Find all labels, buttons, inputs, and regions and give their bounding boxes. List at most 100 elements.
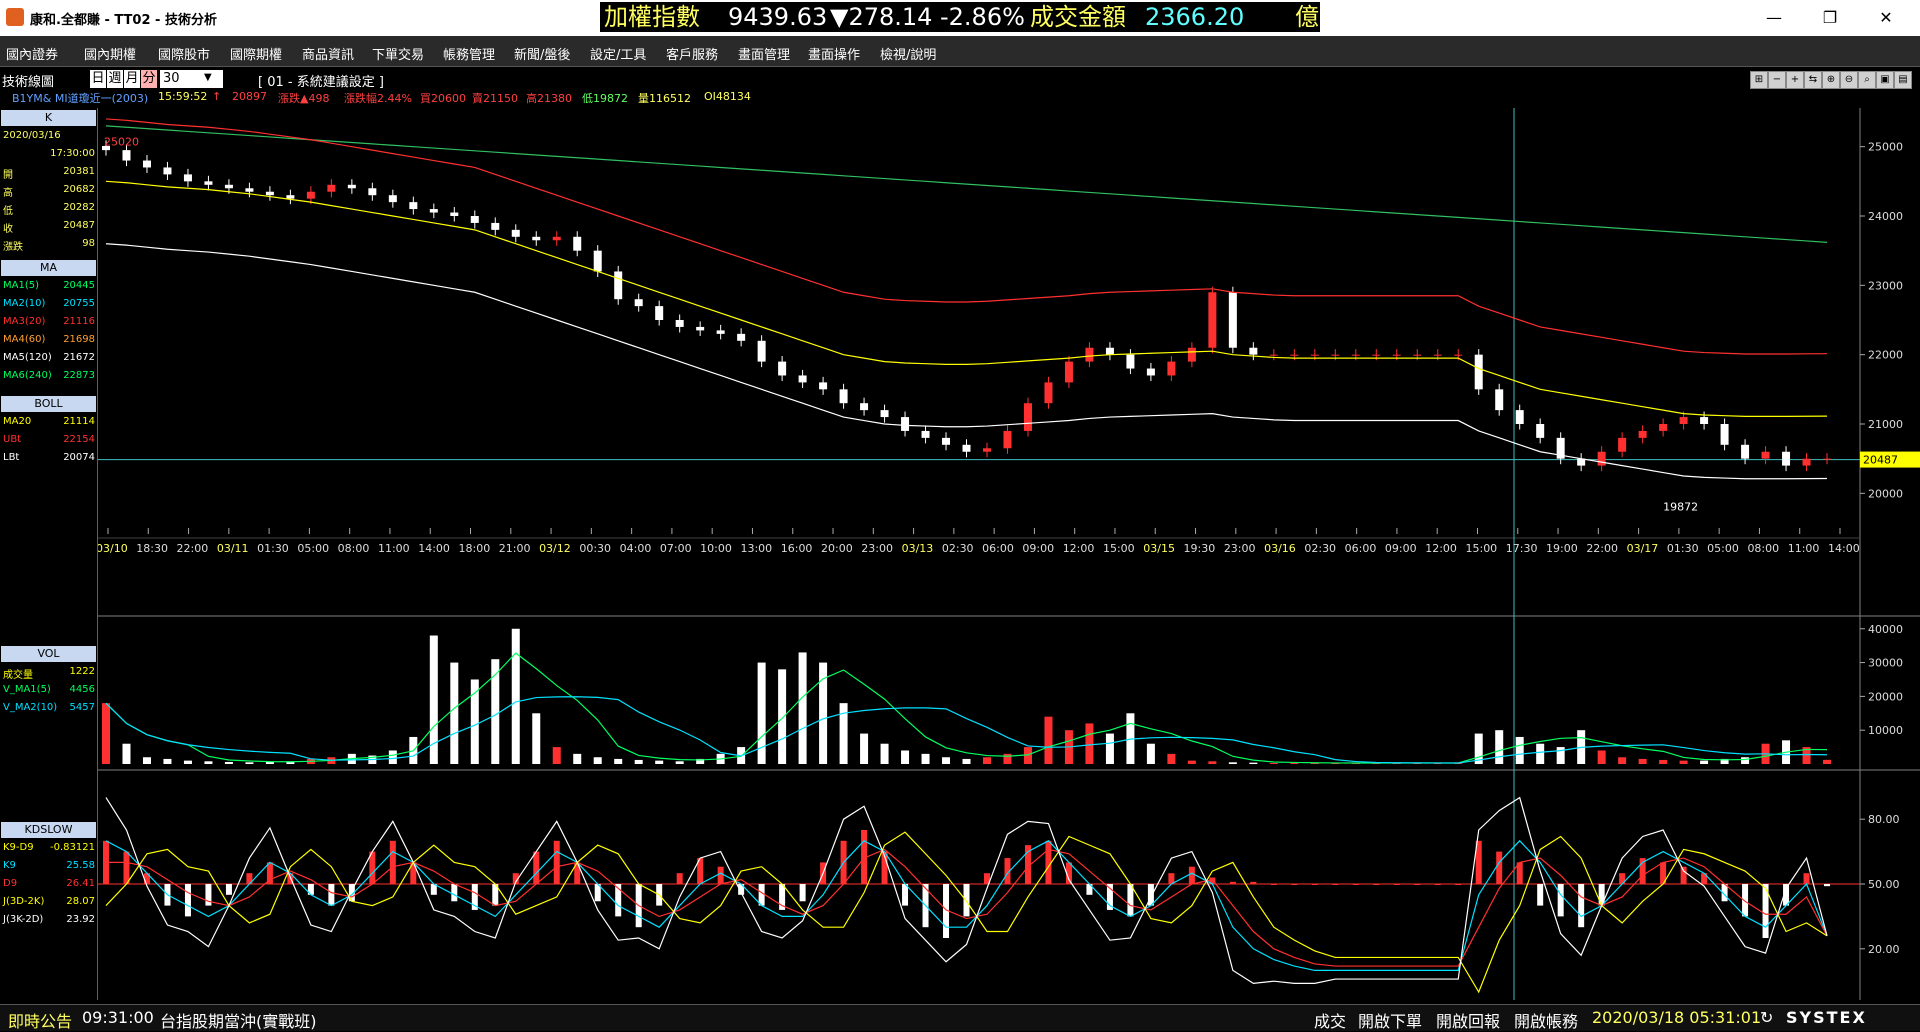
menu-intl-stocks[interactable]: 國際股市 [158, 44, 210, 63]
side_k-row: 高 20682 [3, 182, 95, 200]
x-tick-label: 23:00 [861, 542, 893, 555]
x-tick-label: 03/16 [1264, 542, 1296, 555]
kd-diff-bar [1311, 884, 1318, 885]
side_k-row: 低 20282 [3, 200, 95, 218]
side_k-row-label: 漲跌 [3, 242, 23, 253]
kd-diff-bar [1250, 881, 1257, 884]
info-high: 高21380 [526, 92, 572, 105]
candle-body [819, 382, 828, 390]
volume-bar [265, 761, 274, 764]
menu-settings[interactable]: 設定/工具 [590, 44, 646, 63]
side_vol-row-value: 1222 [69, 666, 95, 677]
menu-news[interactable]: 新聞/盤後 [514, 44, 570, 63]
volume-bar [532, 713, 541, 764]
menu-intl-futures[interactable]: 國際期權 [230, 44, 282, 63]
period-week-button[interactable]: 週 [107, 70, 123, 88]
expand-icon[interactable]: ⇆ [1804, 71, 1822, 89]
zoom-in-icon[interactable]: ⊕ [1822, 71, 1840, 89]
side_boll-row: MA20 21114 [3, 414, 95, 432]
kd-y-tick-label: 80.00 [1868, 813, 1900, 826]
x-tick-label: 03/15 [1143, 542, 1175, 555]
interval-select[interactable]: 30 [160, 70, 223, 88]
volume-bar [1269, 762, 1278, 764]
x-tick-label: 01:30 [1667, 542, 1699, 555]
candle-body [962, 444, 971, 452]
minimize-button[interactable]: — [1754, 6, 1794, 30]
search-icon[interactable]: ⌕ [1858, 71, 1876, 89]
menu-product-info[interactable]: 商品資訊 [302, 44, 354, 63]
kd-diff-bar [553, 840, 560, 884]
side_ma-row: MA6(240) 22873 [3, 368, 95, 386]
chart-area[interactable]: 25000 24000 23000 22000 21000 20000 20487 25020… [98, 108, 1920, 1000]
open-report-button[interactable]: 開啟回報 [1436, 1008, 1500, 1032]
announce-text[interactable]: 台指股期當沖(實戰班) [160, 1008, 317, 1032]
volume-bar [921, 753, 930, 764]
chevron-down-icon[interactable]: ▼ [204, 72, 212, 83]
x-tick-label: 03/13 [902, 542, 934, 555]
side_kd-row-value: 25.58 [66, 860, 95, 871]
candle-body [1351, 354, 1360, 356]
menu-screen-ops[interactable]: 畫面操作 [808, 44, 860, 63]
side_kd-row: K9-D9 -0.83121 [3, 840, 95, 858]
menu-accounts[interactable]: 帳務管理 [443, 44, 495, 63]
side-k-header: K [1, 110, 96, 126]
kd-diff-bar [1680, 866, 1687, 884]
x-tick-label: 18:30 [136, 542, 168, 555]
refresh-icon[interactable]: ↻ [1760, 1008, 1773, 1027]
open-order-button[interactable]: 開啟下單 [1358, 1008, 1422, 1032]
x-tick-label: 10:00 [700, 542, 732, 555]
volume-bar [1597, 750, 1606, 764]
crosshair-icon[interactable]: ⊞ [1750, 71, 1768, 89]
menu-view-help[interactable]: 檢視/說明 [880, 44, 936, 63]
side_boll-row-label: MA20 [3, 416, 32, 427]
x-tick-label: 19:00 [1546, 542, 1578, 555]
kd-diff-bar [123, 851, 130, 884]
save-icon[interactable]: ▣ [1876, 71, 1894, 89]
quote-info-line: B1YM& MI道瓊近一(2003) 15:59:52 ↑ 20897 漲跌▲4… [0, 88, 800, 105]
period-minute-button[interactable]: 分 [141, 70, 157, 88]
menu-domestic-securities[interactable]: 國內證券 [6, 44, 58, 63]
candle-body [286, 195, 295, 199]
ticker-change: ▼278.14 [830, 3, 933, 31]
side_kd-row-label: D9 [3, 878, 18, 889]
side_ma-row-value: 21672 [63, 352, 95, 363]
x-tick-label: 16:00 [781, 542, 813, 555]
period-day-button[interactable]: 日 [90, 70, 106, 88]
x-tick-label: 15:00 [1103, 542, 1135, 555]
zoom-out-icon[interactable]: ⊖ [1840, 71, 1858, 89]
info-price: 20897 [232, 90, 267, 103]
candle-body [839, 389, 848, 404]
menu-order[interactable]: 下單交易 [372, 44, 424, 63]
minus-icon[interactable]: − [1768, 71, 1786, 89]
candle-body [204, 181, 213, 185]
candle-body [1536, 424, 1545, 438]
side_ma-row: MA5(120) 21672 [3, 350, 95, 368]
plus-icon[interactable]: + [1786, 71, 1804, 89]
trade-button[interactable]: 成交 [1314, 1008, 1346, 1032]
side_boll-row-label: UBt [3, 434, 22, 445]
kd-diff-bar [799, 884, 806, 902]
candle-body [880, 410, 889, 418]
menu-screen-manage[interactable]: 畫面管理 [738, 44, 790, 63]
side_k-row-label: 收 [3, 224, 13, 235]
side_ma-row-value: 22873 [63, 370, 95, 381]
period-month-button[interactable]: 月 [124, 70, 140, 88]
close-button[interactable]: ✕ [1866, 6, 1906, 30]
announce-label[interactable]: 即時公告 [8, 1008, 72, 1032]
volume-bar [1003, 753, 1012, 764]
volume-bar [245, 762, 254, 764]
candle-body [1659, 424, 1668, 431]
ticker-unit: 億 [1295, 3, 1319, 31]
print-icon[interactable]: ▤ [1894, 71, 1912, 89]
maximize-button[interactable]: ❐ [1810, 6, 1850, 30]
kd-diff-bar [1188, 866, 1195, 884]
candle-body [1823, 458, 1832, 460]
volume-bar [1495, 730, 1504, 764]
menu-service[interactable]: 客戶服務 [666, 44, 718, 63]
ticker-pct: -2.86% [940, 3, 1025, 31]
side_ma-row-value: 21698 [63, 334, 95, 345]
menu-domestic-futures[interactable]: 國內期權 [84, 44, 136, 63]
open-account-button[interactable]: 開啟帳務 [1514, 1008, 1578, 1032]
candle-body [1003, 430, 1012, 449]
ticker-amount: 2366.20 [1145, 3, 1245, 31]
